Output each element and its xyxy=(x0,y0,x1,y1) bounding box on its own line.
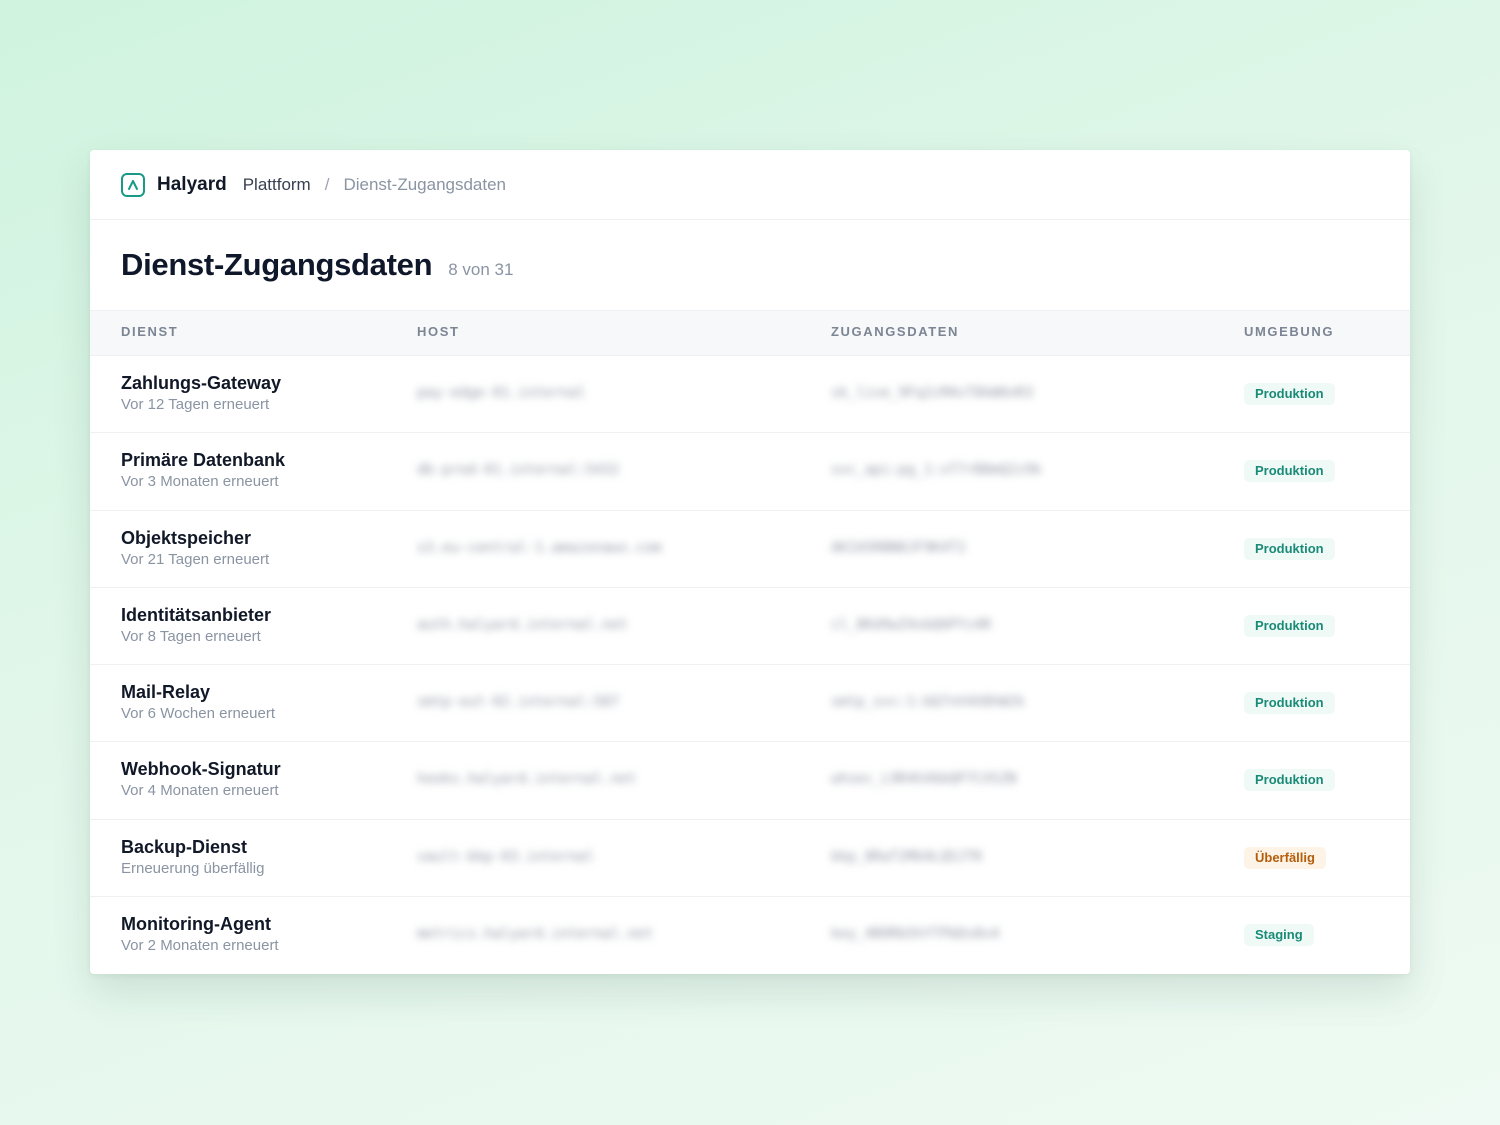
page-heading: Dienst-Zugangsdaten 8 von 31 xyxy=(90,220,1410,310)
service-name: Zahlungs-Gateway xyxy=(121,373,282,393)
credential-value-redacted[interactable]: sk_live_9Fq2cM4vT8kW6nR3 xyxy=(831,385,1033,401)
environment-badge: Produktion xyxy=(1244,537,1335,560)
service-name: Identitätsanbieter xyxy=(121,604,272,625)
service-renewed: Vor 3 Monaten erneuert xyxy=(121,473,279,491)
credential-value-redacted[interactable]: AKIA5RBN8JF9K4T2 xyxy=(831,540,966,556)
column-header-environment[interactable]: UMGEBUNG xyxy=(1244,324,1334,339)
environment-badge: Produktion xyxy=(1244,460,1335,483)
credential-value-redacted[interactable]: bkp_8RaT2MU4LQ5JTK xyxy=(831,849,983,865)
environment-badge: Produktion xyxy=(1244,692,1335,715)
table-row[interactable]: Primäre Datenbank Vor 3 Monaten erneuert… xyxy=(90,433,1410,511)
table-row[interactable]: Mail-Relay Vor 6 Wochen erneuert smtp-ou… xyxy=(90,665,1410,743)
host-value-redacted: smtp-out-02.internal:587 xyxy=(417,694,620,711)
environment-badge: Staging xyxy=(1244,924,1314,947)
credential-value-redacted[interactable]: svc_api:pg_1:xT7rB8mQ2z9k xyxy=(831,462,1042,478)
environment-badge: Produktion xyxy=(1244,614,1335,637)
table-row[interactable]: Backup-Dienst Erneuerung überfällig vaul… xyxy=(90,820,1410,898)
host-value-redacted: auth.halyard.internal.net xyxy=(417,616,628,633)
breadcrumb-current: Dienst-Zugangsdaten xyxy=(343,174,507,194)
service-name: Backup-Dienst xyxy=(121,836,248,857)
host-value-redacted: vault-bkp-03.internal xyxy=(417,848,595,865)
service-name: Webhook-Signatur xyxy=(121,759,281,780)
host-value-redacted: pay-edge-01.internal xyxy=(417,385,586,401)
service-renewed: Vor 12 Tagen erneuert xyxy=(121,396,270,413)
page-title: Dienst-Zugangsdaten xyxy=(121,247,433,282)
result-count: 8 von 31 xyxy=(448,259,514,279)
table-body: Zahlungs-Gateway Vor 12 Tagen erneuert p… xyxy=(90,356,1410,974)
table-header: DIENST HOST ZUGANGSDATEN UMGEBUNG xyxy=(90,310,1410,356)
environment-badge: Produktion xyxy=(1244,769,1335,792)
service-renewed: Vor 8 Tagen erneuert xyxy=(121,627,261,645)
service-name: Objektspeicher xyxy=(121,527,252,548)
table-row[interactable]: Objektspeicher Vor 21 Tagen erneuert s3.… xyxy=(90,511,1410,588)
host-value-redacted: db-prod-01.internal:5432 xyxy=(417,462,620,479)
credential-value-redacted[interactable]: cl_8Kd9wZ4xbQ6PYz4R xyxy=(831,617,991,633)
credential-value-redacted[interactable]: key_4N9Rb5hYTPbDs8x4 xyxy=(831,926,1000,942)
breadcrumb-separator: / xyxy=(324,174,330,194)
service-renewed: Vor 2 Monaten erneuert xyxy=(121,937,279,955)
service-name: Monitoring-Agent xyxy=(121,914,271,935)
brand-name[interactable]: Halyard xyxy=(157,174,227,196)
table-row[interactable]: Identitätsanbieter Vor 8 Tagen erneuert … xyxy=(90,588,1410,666)
service-renewed: Vor 21 Tagen erneuert xyxy=(121,550,270,568)
service-name: Primäre Datenbank xyxy=(121,450,286,471)
credential-value-redacted[interactable]: smtp_svc:1:bQ7nV4X8hW2k xyxy=(831,694,1025,710)
environment-badge: Überfällig xyxy=(1244,846,1326,869)
environment-badge: Produktion xyxy=(1244,383,1335,405)
table-row[interactable]: Monitoring-Agent Vor 2 Monaten erneuert … xyxy=(90,897,1410,974)
column-header-host[interactable]: HOST xyxy=(417,324,460,339)
table-row[interactable]: Webhook-Signatur Vor 4 Monaten erneuert … xyxy=(90,742,1410,820)
host-value-redacted: hooks.halyard.internal.net xyxy=(417,771,637,788)
credential-value-redacted[interactable]: whsec_L9R4hX6bQP7CX5ZN xyxy=(831,771,1016,787)
column-header-service[interactable]: DIENST xyxy=(121,324,178,339)
host-value-redacted: metrics.halyard.internal.net xyxy=(417,926,654,943)
host-value-redacted: s3.eu-central-1.amazonaws.com xyxy=(417,539,662,556)
service-renewed: Vor 6 Wochen erneuert xyxy=(121,705,275,723)
chevron-up-icon[interactable] xyxy=(121,172,145,197)
table-row[interactable]: Zahlungs-Gateway Vor 12 Tagen erneuert p… xyxy=(90,356,1410,434)
top-bar: Halyard Plattform / Dienst-Zugangsdaten xyxy=(90,150,1410,220)
credentials-card: Halyard Plattform / Dienst-Zugangsdaten … xyxy=(90,150,1410,974)
service-renewed: Erneuerung überfällig xyxy=(121,859,265,877)
service-name: Mail-Relay xyxy=(121,682,211,703)
breadcrumb-root[interactable]: Plattform xyxy=(243,175,311,195)
service-renewed: Vor 4 Monaten erneuert xyxy=(121,782,279,800)
column-header-credentials[interactable]: ZUGANGSDATEN xyxy=(831,324,959,339)
